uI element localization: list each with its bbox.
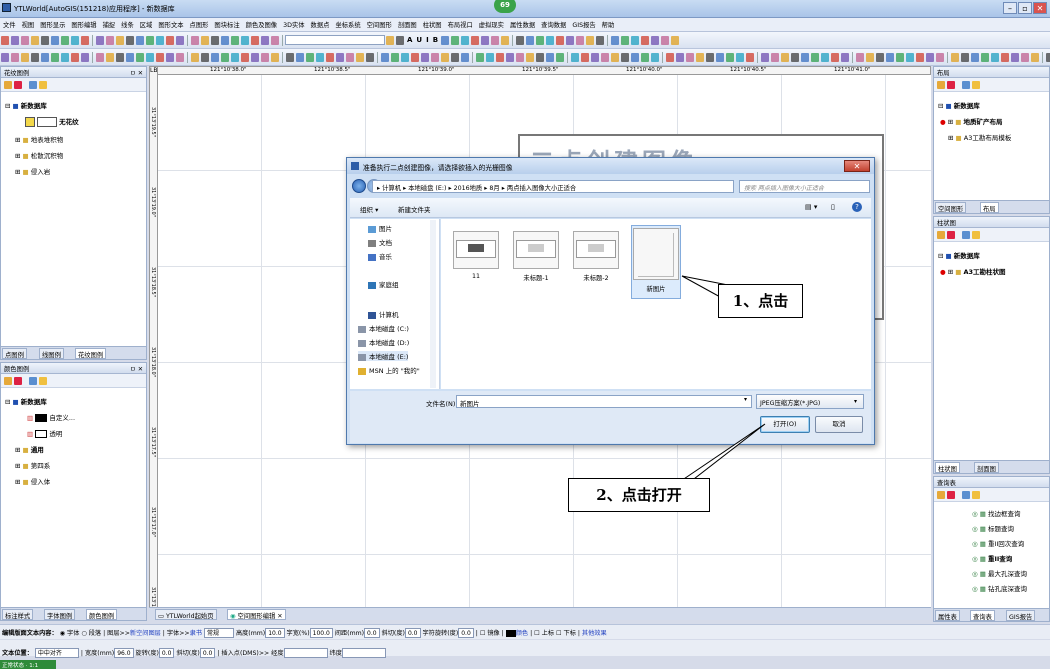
rotation-label: 字符旋转(度) <box>422 630 459 637</box>
align-select[interactable]: 中中对齐 <box>34 648 79 658</box>
status-label: 编辑版面文本内容： <box>2 630 58 637</box>
font-label: 字体>> <box>166 630 190 637</box>
subscript-checkbox[interactable]: ☐ 下标 <box>556 630 576 637</box>
callout-pointers <box>671 275 766 488</box>
color-link[interactable]: 颜色 <box>516 630 528 637</box>
slant-input[interactable]: 0.0 <box>404 628 421 638</box>
latitude-label: 纬度 <box>329 650 342 657</box>
text-position-status-bar: 文本位置： 中中对齐 | 宽度(mm) 96.0 旋转(度) 0.0 斜切(度) 0.… <box>0 640 1050 658</box>
spacing-label: 间距(mm) <box>334 630 365 637</box>
checkbox-label: 镜像 <box>487 630 500 637</box>
width-label: 宽度(mm) <box>84 650 115 657</box>
rotation-input[interactable]: 0.0 <box>158 648 175 658</box>
style-select[interactable]: 常规 <box>203 628 234 638</box>
slant-input[interactable]: 0.0 <box>199 648 216 658</box>
other-effects-link[interactable]: 其他效果 <box>582 630 607 637</box>
mirror-checkbox[interactable]: ☐ 镜像 <box>480 630 500 637</box>
longitude-label: 经度 <box>271 650 284 657</box>
rotation-label: 旋转(度) <box>135 650 159 657</box>
radio-font[interactable]: ◉ 字体 <box>60 630 80 637</box>
layer-label: 图层>> <box>107 630 130 637</box>
height-input[interactable]: 10.0 <box>265 628 285 638</box>
slant-label: 斜切(度) <box>381 630 405 637</box>
spacing-input[interactable]: 0.0 <box>364 628 380 638</box>
width-label: 字宽(%) <box>286 630 310 637</box>
callout-step-1: 1、点击 <box>718 284 803 318</box>
text-edit-status-bar: 编辑版面文本内容： ◉ 字体 ○ 段落 | 图层>>新空间图层 | 字体>>隶书… <box>0 624 1050 639</box>
layer-link[interactable]: 新空间图层 <box>130 630 161 637</box>
checkbox-label: 下标 <box>563 630 576 637</box>
width-input[interactable]: 96.0 <box>114 648 134 658</box>
longitude-input[interactable] <box>283 648 328 658</box>
latitude-input[interactable] <box>341 648 386 658</box>
radio-label: 段落 <box>88 630 102 637</box>
insert-point-label: 插入点(DMS)>> <box>221 650 270 657</box>
width-input[interactable]: 100.0 <box>309 628 333 638</box>
rotation-input[interactable]: 0.0 <box>458 628 474 638</box>
callout-step-2: 2、点击打开 <box>568 478 710 512</box>
radio-label: 字体 <box>67 630 80 637</box>
status-label: 文本位置： <box>2 650 33 657</box>
radio-paragraph[interactable]: ○ 段落 <box>81 630 101 637</box>
superscript-checkbox[interactable]: ☐ 上标 <box>534 630 554 637</box>
color-swatch-icon[interactable] <box>505 629 516 637</box>
state-indicator: 正常状态 · 1:1 <box>0 660 56 669</box>
height-label: 高度(mm) <box>235 630 266 637</box>
font-link[interactable]: 隶书 <box>190 630 202 637</box>
checkbox-label: 上标 <box>541 630 555 637</box>
slant-label: 斜切(度) <box>176 650 200 657</box>
